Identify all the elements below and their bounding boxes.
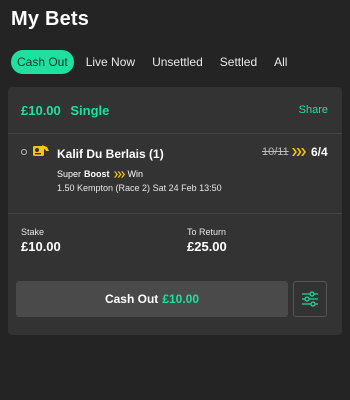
race-time: Sat 24 Feb 13:50: [152, 183, 222, 193]
triple-chevron-icon: [113, 170, 125, 178]
stake-label: Stake: [21, 227, 45, 237]
original-odds: 10/11: [262, 146, 289, 158]
return-label: To Return: [187, 227, 227, 237]
bet-summary: £10.00 Single: [21, 103, 115, 118]
triple-chevron-icon: [292, 148, 306, 156]
selection-bullet: [21, 149, 27, 155]
boost-line: Super Boost Win: [57, 169, 143, 179]
cash-out-label: Cash Out: [104, 292, 159, 306]
selection-name: Kalif Du Berlais (1): [57, 147, 164, 161]
bet-amount: £10.00: [21, 103, 61, 118]
race-name: 1.50 Kempton (Race 2): [57, 183, 151, 193]
divider: [8, 213, 342, 214]
tab-live-now[interactable]: Live Now: [80, 50, 141, 74]
stake-value: £10.00: [21, 239, 61, 254]
race-info: 1.50 Kempton (Race 2) Sat 24 Feb 13:50: [57, 183, 222, 193]
share-link[interactable]: Share: [299, 104, 328, 116]
boost-word: Boost: [84, 169, 110, 179]
cash-out-amount: £10.00: [162, 292, 200, 306]
tab-settled[interactable]: Settled: [214, 50, 263, 74]
boosted-odds: 6/4: [311, 145, 328, 159]
cash-out-settings-button[interactable]: [293, 281, 327, 317]
boost-prefix: Super: [57, 169, 82, 179]
tab-all[interactable]: All: [268, 50, 293, 74]
bet-filter-tabs: Cash Out Live Now Unsettled Settled All: [11, 50, 298, 74]
market-name: Win: [127, 169, 144, 179]
bet-card-header: £10.00 Single Share: [8, 87, 342, 134]
bet-card: £10.00 Single Share Kalif Du Berlais (1)…: [8, 87, 342, 335]
sliders-icon: [302, 291, 318, 307]
cash-out-button[interactable]: Cash Out £10.00: [16, 281, 288, 317]
page-title: My Bets: [11, 8, 90, 30]
horse-racing-icon: [33, 145, 49, 156]
return-value: £25.00: [187, 239, 227, 254]
tab-cash-out[interactable]: Cash Out: [11, 50, 74, 74]
tab-unsettled[interactable]: Unsettled: [146, 50, 209, 74]
bet-type: Single: [70, 103, 110, 118]
